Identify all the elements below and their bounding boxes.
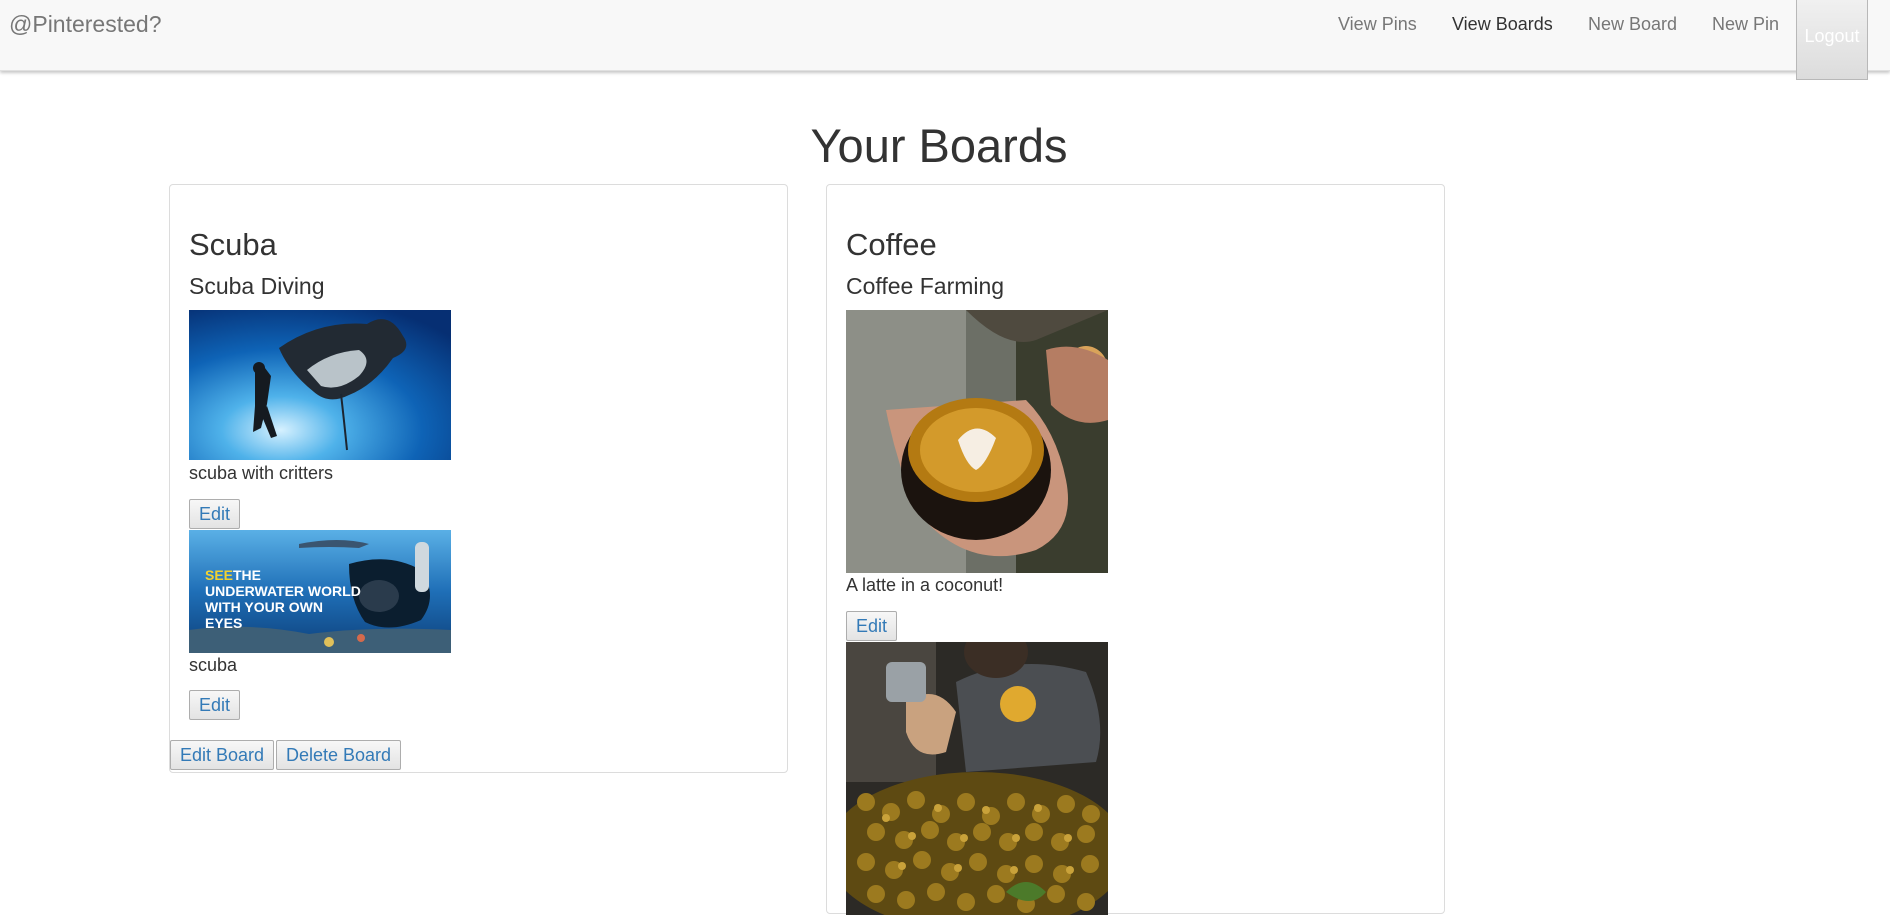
edit-board-button[interactable]: Edit Board [170,740,275,770]
page-title: Your Boards [810,119,1068,172]
image-text-underwater-world: UNDERWATER WORLD [205,583,361,599]
pin-image-manta-ray[interactable] [189,310,451,460]
board-card-coffee: Coffee Coffee Farming A latte in a cocon… [826,184,1445,915]
edit-pin-button[interactable]: Edit [189,499,241,529]
top-navbar: @Pinterested? View Pins View Boards New … [0,0,1890,80]
image-text-see: SEE [205,567,233,583]
nav-view-pins[interactable]: View Pins [1338,14,1417,35]
pin-image-coffee-farming[interactable] [846,642,1108,915]
board-description: Scuba Diving [189,273,325,299]
board-title: Coffee [846,227,937,262]
pin-caption: scuba with critters [189,463,334,483]
coffee-cherries-photo [846,642,1108,915]
delete-board-button[interactable]: Delete Board [276,740,402,770]
board-title: Scuba [189,227,277,262]
pin-image-coconut-latte[interactable] [846,310,1108,573]
image-text-the: THE [233,567,261,583]
manta-ray-photo [189,310,451,460]
image-text-eyes: EYES [205,615,242,631]
image-text-with-your-own: WITH YOUR OWN [205,599,323,615]
nav-new-pin[interactable]: New Pin [1712,14,1779,35]
brand-link[interactable]: @Pinterested? [9,11,162,38]
pin-caption: scuba [189,655,238,675]
edit-pin-button[interactable]: Edit [846,611,898,641]
board-description: Coffee Farming [846,273,1005,299]
nav-view-boards[interactable]: View Boards [1452,14,1553,35]
edit-pin-button[interactable]: Edit [189,690,241,720]
logout-button[interactable]: Logout [1796,0,1868,80]
nav-new-board[interactable]: New Board [1588,14,1677,35]
pin-caption: A latte in a coconut! [846,575,1004,595]
pin-image-underwater-world[interactable]: SEE THE UNDERWATER WORLD WITH YOUR OWN E… [189,530,451,653]
board-card-scuba: Scuba Scuba Diving scuba with critters E… [169,184,788,773]
coconut-latte-photo [846,310,1108,573]
underwater-diver-photo: SEE THE UNDERWATER WORLD WITH YOUR OWN E… [189,530,451,653]
